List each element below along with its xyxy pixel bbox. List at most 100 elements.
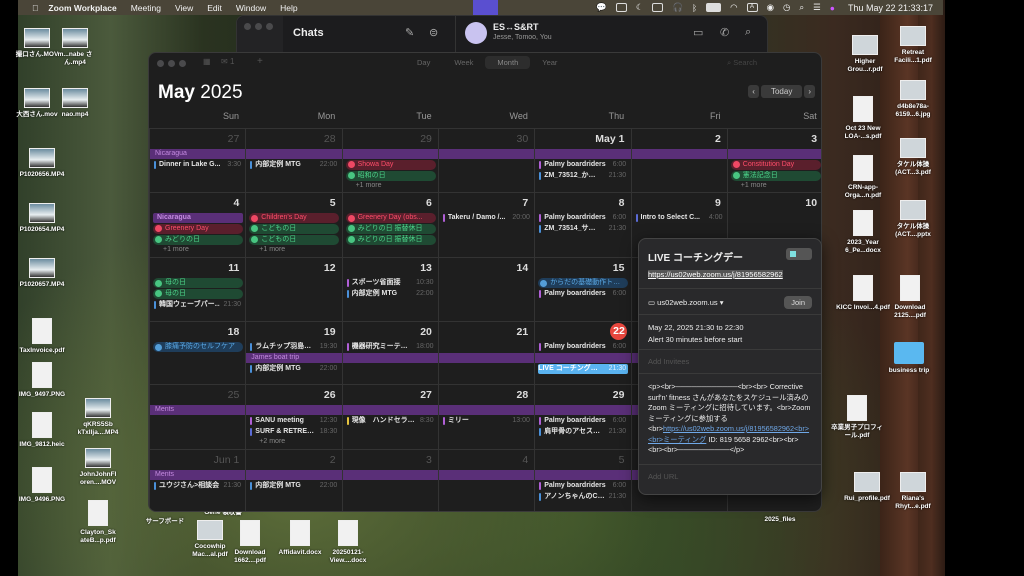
day-cell[interactable]: 2 内部定例 MTG 22:00: [245, 450, 341, 511]
control-center-icon[interactable]: ☰: [813, 2, 821, 13]
search-icon[interactable]: ⌕: [745, 26, 751, 39]
desktop-file-icon[interactable]: 20250121-View....docx: [320, 520, 376, 565]
siri-icon[interactable]: ●: [830, 3, 835, 13]
calendar-event[interactable]: ZM_73512_か… 21:30: [538, 171, 628, 181]
minimize-button[interactable]: [255, 23, 262, 30]
day-cell[interactable]: May 1 Palmy boardriders 6:00 ZM_73512_か… 21:…: [534, 129, 630, 192]
calendar-event[interactable]: Palmy boardriders 6:00: [538, 342, 628, 352]
add-invitees-field[interactable]: Add Invitees: [639, 350, 821, 374]
menu-app-name[interactable]: Zoom Workplace: [48, 3, 116, 13]
calendar-event[interactable]: Palmy boardriders 6:00: [538, 481, 628, 491]
more-events-link[interactable]: +1 more: [346, 181, 436, 191]
desktop-file-icon[interactable]: P1020654.MP4: [14, 203, 70, 234]
calendar-color-select[interactable]: [786, 248, 812, 260]
window-icon[interactable]: [615, 3, 627, 12]
apple-menu-icon[interactable]: : [32, 3, 38, 13]
all-day-event[interactable]: みどりの日 振替休日: [345, 223, 436, 234]
desktop-file-icon[interactable]: P1020657.MP4: [14, 258, 70, 289]
headphones-icon[interactable]: 🎧: [672, 2, 683, 13]
day-cell[interactable]: 28 ミリー 13:00: [437, 385, 534, 449]
menu-edit[interactable]: Edit: [207, 3, 222, 13]
day-cell[interactable]: 20 機器研究ミーテ… 18:00: [341, 322, 438, 384]
desktop-file-icon[interactable]: JohnJohnFl oren....MOV: [70, 448, 126, 487]
all-day-event[interactable]: こどもの日: [249, 234, 340, 245]
wifi-icon[interactable]: ◠: [730, 2, 737, 13]
calendar-event[interactable]: スポーツ省面接 10:30: [346, 278, 436, 288]
desktop-file-icon[interactable]: Clayton_Sk ateB...p.pdf: [70, 500, 126, 545]
zoom-button[interactable]: [179, 60, 186, 67]
day-cell[interactable]: 4 Nicaragua Greenery Day みどりの日 +1 more: [149, 193, 245, 257]
tab-day[interactable]: Day: [405, 56, 442, 69]
more-events-link[interactable]: +1 more: [153, 245, 243, 255]
desktop-file-icon[interactable]: Download 1662....pdf: [222, 520, 278, 565]
desktop-file-icon[interactable]: 卒業男子プロフィール.pdf: [829, 395, 885, 440]
calendar-event[interactable]: ミリー 13:00: [442, 416, 532, 426]
zoom-share-icon[interactable]: [473, 0, 498, 15]
day-cell[interactable]: Jun 1 ユウジさん>相談会 21:30: [149, 450, 245, 511]
clock-icon[interactable]: ◷: [783, 2, 790, 13]
all-day-event[interactable]: Showa Day: [345, 159, 436, 170]
event-notes[interactable]: <p><br>────────────<br><br> Corrective s…: [639, 374, 821, 465]
desktop-file-icon[interactable]: TaxInvoice.pdf: [14, 318, 70, 355]
day-cell[interactable]: 29 Showa Day 昭和の日 +1 more: [341, 129, 438, 192]
bluetooth-icon[interactable]: ᛒ: [692, 3, 697, 13]
more-events-link[interactable]: +1 more: [731, 181, 821, 191]
all-day-event[interactable]: 昭和の日: [345, 170, 436, 181]
day-cell[interactable]: 28 内部定例 MTG 22:00: [245, 129, 341, 192]
desktop-file-icon[interactable]: 2023_Year 6_Pe...docx: [835, 210, 891, 255]
day-cell[interactable]: 8 Palmy boardriders 6:00 ZM_73514_サ… 21:30: [534, 193, 630, 257]
menu-view[interactable]: View: [175, 3, 193, 13]
calendar-event[interactable]: Palmy boardriders 6:00: [538, 160, 628, 170]
desktop-file-icon[interactable]: IMG_9496.PNG: [14, 467, 70, 504]
chat-bubble-icon[interactable]: 💬: [596, 2, 607, 13]
desktop-file-icon[interactable]: IMG_9497.PNG: [14, 362, 70, 399]
day-cell[interactable]: 2: [630, 129, 727, 192]
desktop-file-icon[interactable]: m...nabe さん.mp4: [47, 28, 103, 67]
day-cell[interactable]: 26 SANU meeting 12:30 SURF & RETRE… 18:30 +2 …: [245, 385, 341, 449]
calendar-event[interactable]: 韓国ウェーブパー… 21:30: [153, 300, 243, 310]
input-A-icon[interactable]: A: [746, 3, 758, 12]
day-cell[interactable]: 3: [341, 450, 438, 511]
menu-meeting[interactable]: Meeting: [131, 3, 161, 13]
all-day-event[interactable]: Constitution Day: [730, 159, 821, 170]
calendar-event[interactable]: Dinner in Lake G... 3:30: [153, 160, 243, 170]
avatar[interactable]: [465, 22, 487, 44]
more-events-link[interactable]: +2 more: [249, 437, 339, 447]
display-icon[interactable]: [652, 3, 664, 12]
calendar-event[interactable]: Palmy boardriders 6:00: [538, 289, 628, 299]
calendar-event[interactable]: ユウジさん>相談会 21:30: [153, 481, 243, 491]
all-day-event[interactable]: 膝痛予防のセルフケア: [153, 342, 243, 352]
join-button[interactable]: Join: [784, 296, 812, 309]
desktop-file-icon[interactable]: Oct 23 New LOA-...s.pdf: [835, 96, 891, 141]
day-cell[interactable]: 30: [437, 129, 534, 192]
calendar-event[interactable]: Palmy boardriders 6:00: [538, 213, 628, 223]
chevron-down-icon[interactable]: ▾: [720, 298, 724, 307]
calendar-event[interactable]: アノンちゃんのC… 21:30: [538, 492, 628, 502]
desktop-file-icon[interactable]: Retreat Facili...1.pdf: [885, 26, 941, 65]
all-day-event[interactable]: Children's Day: [249, 213, 340, 223]
day-cell[interactable]: 11 母の日 母の日 韓国ウェーブパー… 21:30: [149, 258, 245, 321]
calendar-event[interactable]: SURF & RETRE… 18:30: [249, 427, 339, 437]
calendar-event[interactable]: 現像 ハンドセラ… 8:30: [346, 416, 436, 426]
day-cell[interactable]: 15 からだの基礎動作ト… Palmy boardriders 6:00: [534, 258, 630, 321]
add-event-icon[interactable]: +: [257, 56, 263, 67]
more-events-link[interactable]: +1 more: [249, 245, 339, 255]
desktop-file-icon[interactable]: nao.mp4: [47, 88, 103, 119]
calendar-event[interactable]: 内部定例 MTG 22:00: [249, 160, 339, 170]
phone-icon[interactable]: ✆: [720, 26, 729, 39]
all-day-event[interactable]: みどりの日 振替休日: [345, 234, 436, 245]
desktop-file-icon[interactable]: d4b8e78a-6159...6.jpg: [885, 80, 941, 119]
day-cell[interactable]: 12: [245, 258, 341, 321]
tab-week[interactable]: Week: [442, 56, 485, 69]
day-cell[interactable]: 7 Takeru / Damo /... 20:00: [437, 193, 534, 257]
desktop-file-icon[interactable]: business trip: [881, 342, 937, 375]
desktop-file-icon[interactable]: Riana's Rhyt...e.pdf: [885, 472, 941, 511]
search-icon[interactable]: ⌕: [799, 2, 804, 13]
calendar-event[interactable]: 機器研究ミーテ… 18:00: [346, 342, 436, 352]
minimize-button[interactable]: [168, 60, 175, 67]
compose-icon[interactable]: ✎: [405, 26, 414, 39]
all-day-event[interactable]: Nicaragua: [153, 213, 243, 223]
moon-icon[interactable]: ☾: [636, 2, 644, 13]
tab-month[interactable]: Month: [485, 56, 531, 69]
desktop-file-icon[interactable]: qKRS5Sb kTxIlja....MP4: [70, 398, 126, 437]
